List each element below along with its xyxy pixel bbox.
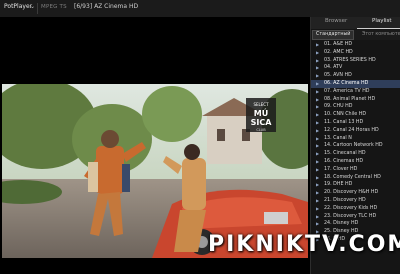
codec-label: MPEG TS bbox=[41, 4, 67, 10]
playlist-item[interactable]: ▶ 02. AMC HD bbox=[311, 49, 400, 57]
play-icon: ▶ bbox=[316, 42, 320, 47]
playlist-item[interactable]: ▶ 05. AVN HD bbox=[311, 72, 400, 80]
play-icon: ▶ bbox=[316, 127, 320, 133]
play-icon: ▶ bbox=[316, 73, 320, 79]
playlist-item[interactable]: ▶ 20. Discovery H&H HD bbox=[311, 189, 400, 197]
title-bar: PotPlayer ⌄ MPEG TS [6/93] AZ Cinema HD bbox=[0, 0, 400, 18]
channel-logo-line: MÚ bbox=[254, 107, 268, 118]
playlist-item[interactable]: ▶ 24. Disney HD bbox=[311, 220, 400, 228]
playlist-item[interactable]: ▶ 07. America TV HD bbox=[311, 88, 400, 96]
play-icon: ▶ bbox=[316, 135, 320, 141]
play-icon: ▶ bbox=[316, 190, 320, 196]
playlist-item[interactable]: ▶ 17. Clover HD bbox=[311, 166, 400, 174]
playlist-item[interactable]: ▶ 15. Cinecanal HD bbox=[311, 150, 400, 158]
playlist-subtab-bar: Стандартный Этот компьютер bbox=[311, 30, 400, 40]
play-icon: ▶ bbox=[316, 65, 320, 71]
divider bbox=[37, 3, 38, 14]
app-menu-button[interactable]: PotPlayer bbox=[4, 3, 32, 10]
playlist-item[interactable]: ▶ 23. Discovery TLC HD bbox=[311, 213, 400, 221]
playlist-item[interactable]: ▶ 11. Canal 13 HD bbox=[311, 119, 400, 127]
play-icon: ▶ bbox=[316, 205, 320, 211]
playlist-item[interactable]: ▶ 03. ATRES SERIES HD bbox=[311, 57, 400, 65]
subtab-this-computer[interactable]: Этот компьютер bbox=[359, 30, 400, 40]
channel-logo-line: SELECT bbox=[253, 102, 269, 107]
tab-browser[interactable]: Browser bbox=[325, 18, 347, 24]
play-icon: ▶ bbox=[316, 213, 320, 219]
playlist-item[interactable]: ▶ 12. Canal 24 Horas HD bbox=[311, 127, 400, 135]
playlist-item[interactable]: ▶ 01. A&E HD bbox=[311, 41, 400, 49]
playlist-item[interactable]: ▶ 08. Animal Planet HD bbox=[311, 96, 400, 104]
playlist-item[interactable]: ▶ 10. CNN Chile HD bbox=[311, 111, 400, 119]
play-icon: ▶ bbox=[316, 88, 320, 94]
site-watermark: PIKNIKTV.COM bbox=[208, 232, 400, 257]
subtab-standard[interactable]: Стандартный bbox=[312, 30, 355, 40]
play-icon: ▶ bbox=[316, 158, 320, 164]
play-icon: ▶ bbox=[316, 143, 320, 149]
play-icon: ▶ bbox=[316, 174, 320, 180]
playlist-item[interactable]: ▶ 22. Discovery Kids HD bbox=[311, 205, 400, 213]
play-icon: ▶ bbox=[316, 119, 320, 125]
playlist-item[interactable]: ▶ 14. Cartoon Network HD bbox=[311, 142, 400, 150]
play-icon: ▶ bbox=[316, 151, 320, 157]
active-tab-indicator bbox=[357, 28, 400, 29]
play-icon: ▶ bbox=[316, 182, 320, 188]
playlist-item[interactable]: ▶ 09. CHU HD bbox=[311, 103, 400, 111]
channel-logo-line: CLUB bbox=[256, 128, 266, 132]
chevron-down-icon[interactable]: ⌄ bbox=[30, 3, 35, 10]
play-icon: ▶ bbox=[316, 221, 320, 227]
play-icon: ▶ bbox=[316, 96, 320, 102]
play-icon: ▶ bbox=[316, 104, 320, 110]
play-icon: ▶ bbox=[316, 197, 320, 203]
play-icon: ▶ bbox=[316, 57, 320, 63]
playlist-item[interactable]: ▶ 04. ATV bbox=[311, 64, 400, 72]
playlist-item[interactable]: ▶ 21. Discovery HD bbox=[311, 197, 400, 205]
now-playing-title: [6/93] AZ Cinema HD bbox=[74, 3, 139, 10]
play-icon: ▶ bbox=[316, 112, 320, 118]
panel-tab-bar: Browser Playlist bbox=[311, 17, 400, 29]
playlist-item[interactable]: ▶ 13. Canal N bbox=[311, 135, 400, 143]
play-icon: ▶ bbox=[316, 80, 320, 86]
playlist-item[interactable]: ▶ 18. Comedy Central HD bbox=[311, 174, 400, 182]
playlist-item[interactable]: ▶ 19. DHE HD bbox=[311, 181, 400, 189]
channel-logo-line: SICA bbox=[251, 118, 273, 127]
play-icon: ▶ bbox=[316, 166, 320, 172]
tab-playlist[interactable]: Playlist bbox=[372, 18, 392, 24]
playlist-item[interactable]: ▶ 16. Cinemax HD bbox=[311, 158, 400, 166]
play-icon: ▶ bbox=[316, 49, 320, 55]
playlist-item-selected[interactable]: ▶ 06. AZ Cinema HD bbox=[311, 79, 400, 88]
